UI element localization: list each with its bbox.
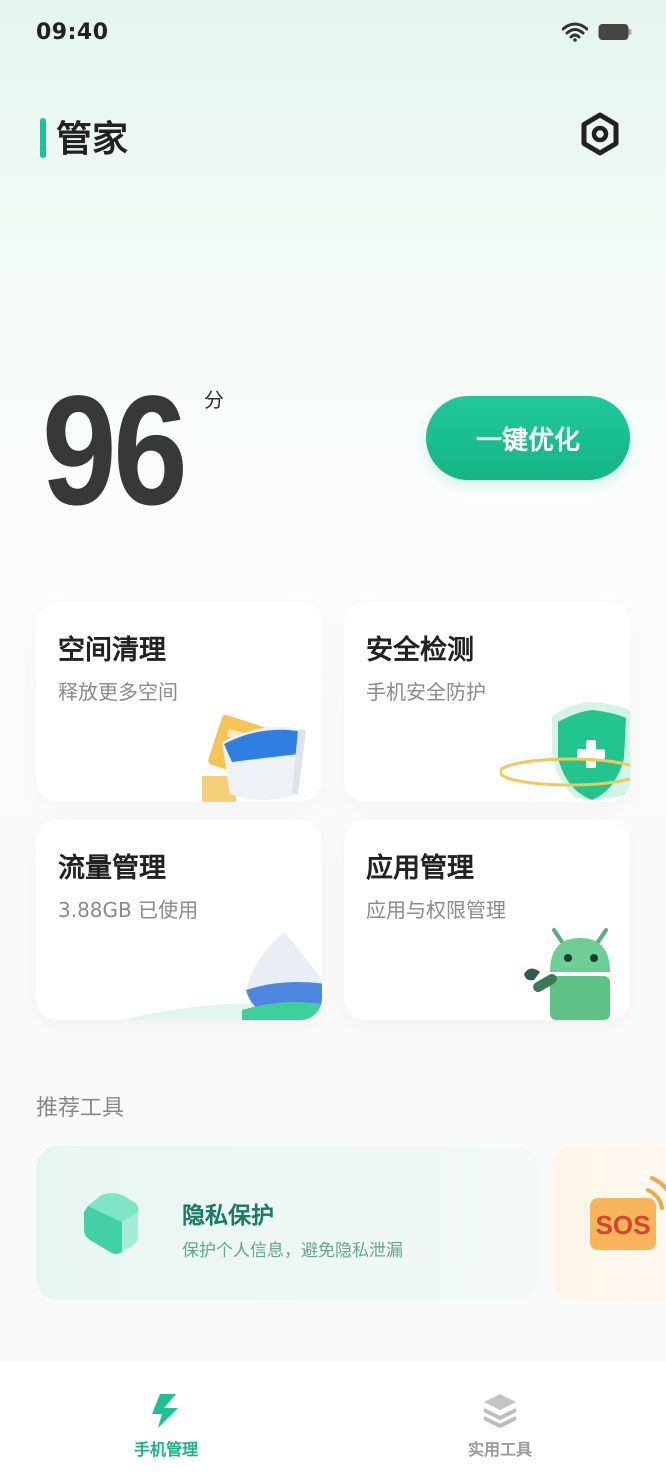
card-subtitle: 应用与权限管理 [366, 898, 506, 922]
tool-subtitle: 保护个人信息，避免隐私泄漏 [182, 1241, 403, 1261]
layers-icon [483, 1394, 517, 1428]
page-title: 管家 [56, 119, 129, 160]
card-title: 空间清理 [58, 635, 166, 666]
security-check-card[interactable]: 安全检测 手机安全防护 [344, 602, 630, 802]
title-accent-bar [40, 118, 46, 158]
lightning-icon [152, 1394, 178, 1428]
card-subtitle: 3.88GB 已使用 [58, 898, 199, 922]
card-title: 应用管理 [366, 853, 474, 884]
tab-phone-management[interactable]: 手机管理 [101, 1390, 231, 1460]
health-score: 96 [42, 364, 188, 538]
sos-label: SOS [596, 1210, 651, 1240]
tab-utility-tools[interactable]: 实用工具 [435, 1390, 565, 1460]
shield-icon [500, 702, 630, 800]
data-usage-card[interactable]: 流量管理 3.88GB 已使用 [36, 820, 322, 1020]
cleanup-bucket-icon [202, 714, 306, 802]
nav-label: 手机管理 [133, 1440, 198, 1459]
status-time: 09:40 [36, 20, 109, 45]
privacy-protection-card[interactable]: 隐私保护 保护个人信息，避免隐私泄漏 [36, 1146, 538, 1300]
one-click-optimize-button[interactable]: 一键优化 [426, 396, 630, 480]
sos-tool-card[interactable]: SOS [552, 1146, 666, 1300]
card-subtitle: 手机安全防护 [366, 680, 486, 704]
app-title: 管家 [40, 110, 128, 162]
app-management-card[interactable]: 应用管理 应用与权限管理 [344, 820, 630, 1020]
recommended-tools-title: 推荐工具 [36, 1096, 125, 1121]
status-bar: 09:40 [0, 0, 666, 70]
sos-icon: SOS [590, 1176, 666, 1250]
status-icons [562, 22, 632, 42]
nav-label: 实用工具 [467, 1440, 532, 1459]
gear-icon[interactable] [578, 112, 622, 156]
card-title: 安全检测 [366, 635, 474, 666]
privacy-cube-icon [84, 1193, 139, 1254]
card-title: 流量管理 [58, 853, 166, 884]
space-cleanup-card[interactable]: 空间清理 释放更多空间 [36, 602, 322, 802]
battery-icon [598, 24, 632, 40]
bottom-nav: 手机管理 实用工具 [0, 1362, 666, 1482]
score-unit: 分 [204, 388, 224, 412]
wifi-icon [562, 22, 588, 42]
tool-title: 隐私保护 [182, 1203, 274, 1229]
card-subtitle: 释放更多空间 [58, 680, 178, 704]
android-wrench-icon [524, 928, 610, 1020]
water-drop-icon [122, 932, 322, 1020]
